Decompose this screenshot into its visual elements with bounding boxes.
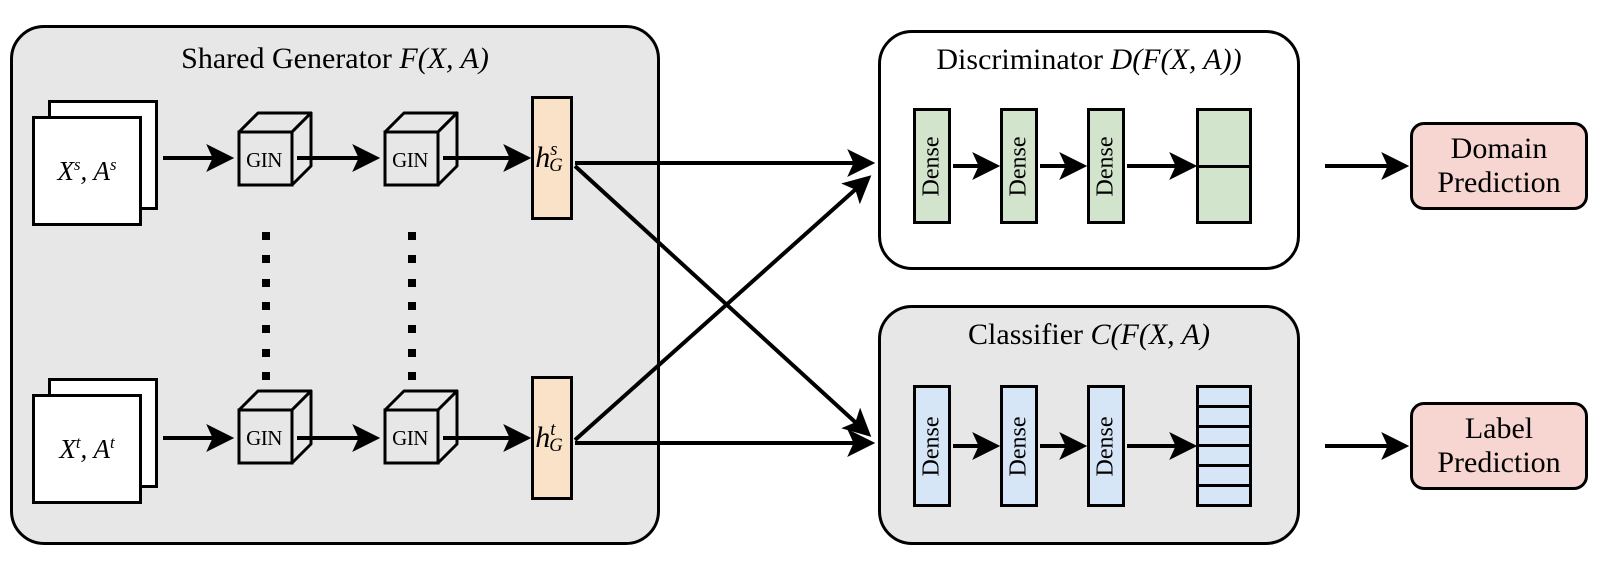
ellipsis-dot bbox=[408, 232, 416, 240]
classifier-dense-2-label: Dense bbox=[1005, 416, 1032, 476]
label-prediction-box: Label Prediction bbox=[1410, 402, 1588, 490]
ellipsis-dot bbox=[408, 301, 416, 310]
source-gin-block-2-label: GIN bbox=[392, 147, 428, 172]
label-prediction-line-2: Prediction bbox=[1437, 446, 1561, 479]
domain-prediction-box: Domain Prediction bbox=[1410, 122, 1588, 210]
discriminator-dense-2: Dense bbox=[1000, 108, 1038, 224]
classifier-dense-2: Dense bbox=[1000, 385, 1038, 507]
ellipsis-dot bbox=[408, 325, 416, 334]
source-gin-block-1-label: GIN bbox=[246, 147, 282, 172]
target-input-label: Xt, At bbox=[59, 433, 115, 464]
discriminator-title: Discriminator D(F(X, A)) bbox=[878, 45, 1300, 75]
domain-prediction-line-1: Domain bbox=[1450, 132, 1548, 166]
output-cell bbox=[1199, 447, 1249, 468]
ellipsis-dot bbox=[408, 371, 416, 380]
classifier-dense-3-label: Dense bbox=[1092, 416, 1119, 476]
source-gin-block-2: GIN bbox=[382, 110, 460, 188]
ellipsis-dot bbox=[408, 278, 416, 287]
target-gin-block-2-label: GIN bbox=[392, 425, 428, 450]
ellipsis-dot bbox=[408, 255, 416, 264]
shared-generator-title-math: F(X, A) bbox=[399, 42, 489, 75]
ellipsis-dot bbox=[262, 255, 270, 264]
classifier-title-math: C(F(X, A) bbox=[1090, 318, 1210, 351]
ellipsis-dot bbox=[408, 348, 416, 357]
generator-ellipsis-column-2 bbox=[408, 232, 416, 380]
output-cell bbox=[1199, 168, 1249, 222]
output-cell bbox=[1199, 467, 1249, 488]
target-gin-block-1-label: GIN bbox=[246, 425, 282, 450]
output-cell bbox=[1199, 111, 1249, 168]
ellipsis-dot bbox=[262, 278, 270, 287]
ellipsis-dot bbox=[262, 301, 270, 310]
target-embedding-label: htG bbox=[535, 419, 563, 456]
target-gin-block-1: GIN bbox=[236, 388, 314, 466]
output-cell bbox=[1199, 408, 1249, 428]
source-gin-block-1: GIN bbox=[236, 110, 314, 188]
source-input-sheet-front: Xs, As bbox=[32, 116, 142, 226]
ellipsis-dot bbox=[262, 371, 270, 380]
classifier-output-bar bbox=[1196, 385, 1252, 507]
discriminator-title-math: D(F(X, A)) bbox=[1110, 43, 1242, 76]
source-embedding-label: hsG bbox=[535, 139, 563, 176]
ellipsis-dot bbox=[262, 348, 270, 357]
shared-generator-title-text: Shared Generator bbox=[181, 42, 400, 75]
architecture-diagram: Shared Generator F(X, A) Xs, As GIN GIN … bbox=[0, 0, 1600, 568]
classifier-dense-1-label: Dense bbox=[918, 416, 945, 476]
source-embedding-bar: hsG bbox=[531, 96, 573, 220]
output-cell bbox=[1199, 388, 1249, 408]
generator-ellipsis-column-1 bbox=[262, 232, 270, 380]
source-input-label: Xs, As bbox=[57, 155, 117, 186]
discriminator-dense-3: Dense bbox=[1087, 108, 1125, 224]
discriminator-dense-1: Dense bbox=[913, 108, 951, 224]
discriminator-dense-3-label: Dense bbox=[1092, 136, 1119, 196]
classifier-dense-1: Dense bbox=[913, 385, 951, 507]
output-cell bbox=[1199, 487, 1249, 504]
ellipsis-dot bbox=[262, 325, 270, 334]
ellipsis-dot bbox=[262, 232, 270, 240]
target-embedding-bar: htG bbox=[531, 376, 573, 500]
classifier-title: Classifier C(F(X, A) bbox=[878, 320, 1300, 350]
domain-prediction-line-2: Prediction bbox=[1437, 166, 1561, 199]
target-input-stack: Xt, At bbox=[32, 378, 162, 508]
source-input-stack: Xs, As bbox=[32, 100, 162, 230]
label-prediction-line-1: Label bbox=[1464, 412, 1534, 446]
discriminator-dense-1-label: Dense bbox=[918, 136, 945, 196]
discriminator-dense-2-label: Dense bbox=[1005, 136, 1032, 196]
discriminator-output-bar bbox=[1196, 108, 1252, 224]
discriminator-title-text: Discriminator bbox=[936, 43, 1111, 76]
output-cell bbox=[1199, 428, 1249, 448]
classifier-dense-3: Dense bbox=[1087, 385, 1125, 507]
target-gin-block-2: GIN bbox=[382, 388, 460, 466]
shared-generator-title: Shared Generator F(X, A) bbox=[10, 44, 660, 74]
classifier-title-text: Classifier bbox=[968, 318, 1091, 351]
target-input-sheet-front: Xt, At bbox=[32, 394, 142, 504]
